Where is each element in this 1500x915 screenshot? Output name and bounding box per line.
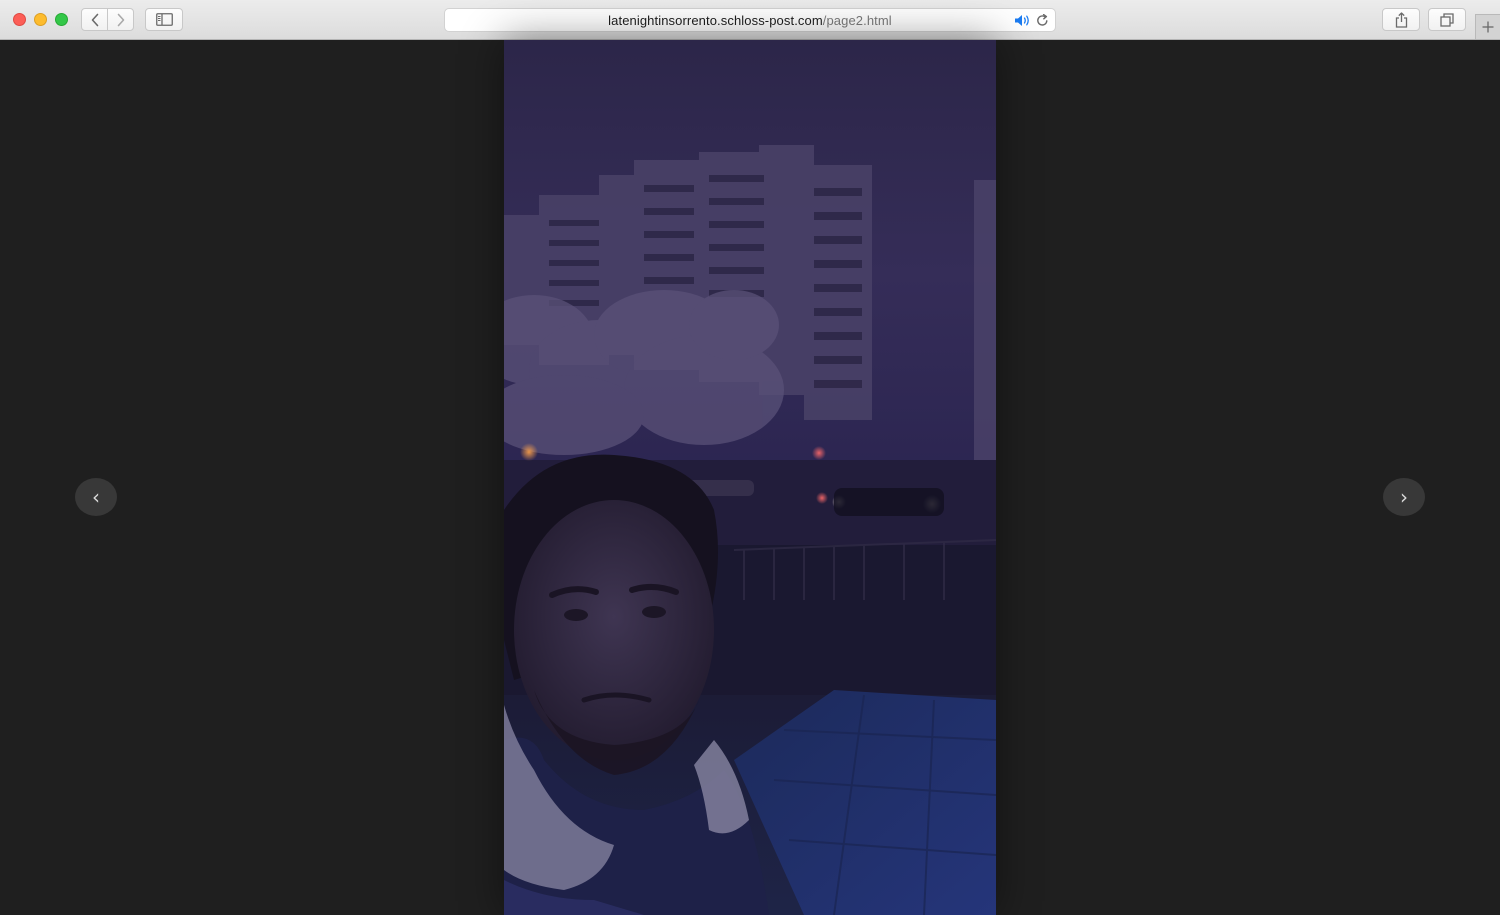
maximize-window-icon[interactable] xyxy=(55,13,68,26)
url-host: latenightinsorrento.schloss-post.com xyxy=(608,12,823,28)
close-window-icon[interactable] xyxy=(13,13,26,26)
back-button[interactable] xyxy=(81,8,108,31)
url-path: /page2.html xyxy=(822,12,892,28)
browser-toolbar: latenightinsorrento.schloss-post.com/pag… xyxy=(0,0,1500,40)
forward-button[interactable] xyxy=(107,8,134,31)
reload-icon[interactable] xyxy=(1036,14,1049,27)
new-tab-button[interactable] xyxy=(1475,14,1500,39)
browser-window: latenightinsorrento.schloss-post.com/pag… xyxy=(0,0,1500,915)
previous-slide-button[interactable]: ‹ xyxy=(75,478,117,516)
tabs-overview-icon xyxy=(1440,12,1454,27)
page-content: ‹ › xyxy=(0,40,1500,915)
minimize-window-icon[interactable] xyxy=(34,13,47,26)
sidebar-button[interactable] xyxy=(145,8,183,31)
plus-icon xyxy=(1482,21,1494,33)
sidebar-icon xyxy=(155,13,173,26)
speaker-icon[interactable] xyxy=(1014,14,1031,27)
share-button[interactable] xyxy=(1382,8,1420,31)
navigation-buttons xyxy=(81,8,135,31)
url-text: latenightinsorrento.schloss-post.com/pag… xyxy=(608,13,892,28)
gallery-photo xyxy=(504,40,996,915)
chevron-right-icon xyxy=(117,13,124,26)
night-selfie-photo xyxy=(504,40,996,915)
next-slide-button[interactable]: › xyxy=(1383,478,1425,516)
tabs-overview-button[interactable] xyxy=(1428,8,1466,31)
share-icon xyxy=(1395,11,1407,28)
chevron-left-icon xyxy=(91,13,98,26)
address-bar[interactable]: latenightinsorrento.schloss-post.com/pag… xyxy=(444,8,1056,32)
